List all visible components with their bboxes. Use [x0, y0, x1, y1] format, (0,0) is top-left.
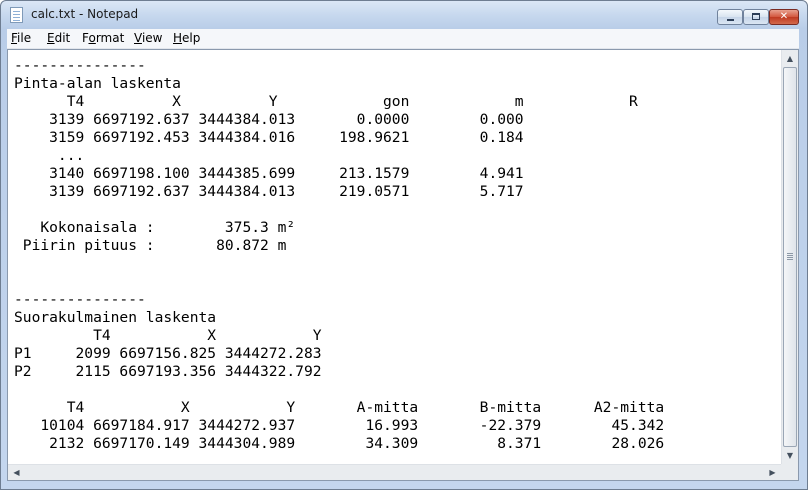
text-line: ---------------: [14, 57, 146, 74]
grip-icon: [787, 253, 793, 254]
notepad-window: calc.txt - Notepad ✕ File Edit Format Vi…: [0, 0, 808, 490]
text-line: T4 X Y gon m R: [14, 93, 638, 110]
minimize-button[interactable]: [717, 9, 743, 25]
menu-help[interactable]: Help: [173, 31, 200, 45]
title-bar[interactable]: calc.txt - Notepad ✕: [1, 1, 807, 29]
text-line: P1 2099 6697156.825 3444272.283: [14, 345, 322, 362]
text-line: ---------------: [14, 291, 146, 308]
text-line: P2 2115 6697193.356 3444322.792: [14, 363, 322, 380]
text-line: 3139 6697192.637 3444384.013 219.0571 5.…: [14, 183, 524, 200]
scroll-right-arrow-icon[interactable]: ▶: [764, 465, 781, 480]
window-title: calc.txt - Notepad: [31, 7, 139, 21]
minimize-icon: [727, 19, 734, 21]
close-button[interactable]: ✕: [769, 9, 799, 25]
menu-edit[interactable]: Edit: [47, 31, 70, 45]
text-line: 10104 6697184.917 3444272.937 16.993 -22…: [14, 417, 665, 434]
text-line: Piirin pituus : 80.872 m: [14, 237, 287, 254]
maximize-icon: [752, 13, 760, 20]
vertical-scrollbar[interactable]: ▲ ▼: [781, 50, 798, 464]
text-line: 3139 6697192.637 3444384.013 0.0000 0.00…: [14, 111, 524, 128]
document-text[interactable]: --------------- Pinta-alan laskenta T4 X…: [14, 57, 664, 453]
close-icon: ✕: [779, 11, 789, 22]
text-editor[interactable]: --------------- Pinta-alan laskenta T4 X…: [7, 49, 799, 481]
scroll-down-arrow-icon[interactable]: ▼: [782, 447, 798, 464]
text-area[interactable]: --------------- Pinta-alan laskenta T4 X…: [8, 50, 779, 464]
maximize-button[interactable]: [743, 9, 769, 25]
text-line: Pinta-alan laskenta: [14, 75, 181, 92]
text-line: T4 X Y: [14, 327, 322, 344]
text-line: ...: [14, 147, 85, 164]
text-line: Kokonaisala : 375.3 m²: [14, 219, 296, 236]
menu-file[interactable]: File: [11, 31, 31, 45]
scroll-left-arrow-icon[interactable]: ◀: [8, 465, 25, 480]
text-line: Suorakulmainen laskenta: [14, 309, 217, 326]
text-line: 3159 6697192.453 3444384.016 198.9621 0.…: [14, 129, 524, 146]
scroll-up-arrow-icon[interactable]: ▲: [782, 50, 798, 67]
text-line: 2132 6697170.149 3444304.989 34.309 8.37…: [14, 435, 665, 452]
horizontal-scrollbar[interactable]: ◀ ▶: [8, 464, 781, 480]
menu-view[interactable]: View: [134, 31, 162, 45]
text-line: T4 X Y A-mitta B-mitta A2-mitta: [14, 399, 665, 416]
text-line: 3140 6697198.100 3444385.699 213.1579 4.…: [14, 165, 524, 182]
vertical-scroll-thumb[interactable]: [783, 67, 797, 447]
menu-bar: File Edit Format View Help: [7, 29, 799, 49]
menu-format[interactable]: Format: [82, 31, 124, 45]
notepad-icon[interactable]: [10, 7, 23, 23]
size-grip[interactable]: [781, 464, 798, 480]
